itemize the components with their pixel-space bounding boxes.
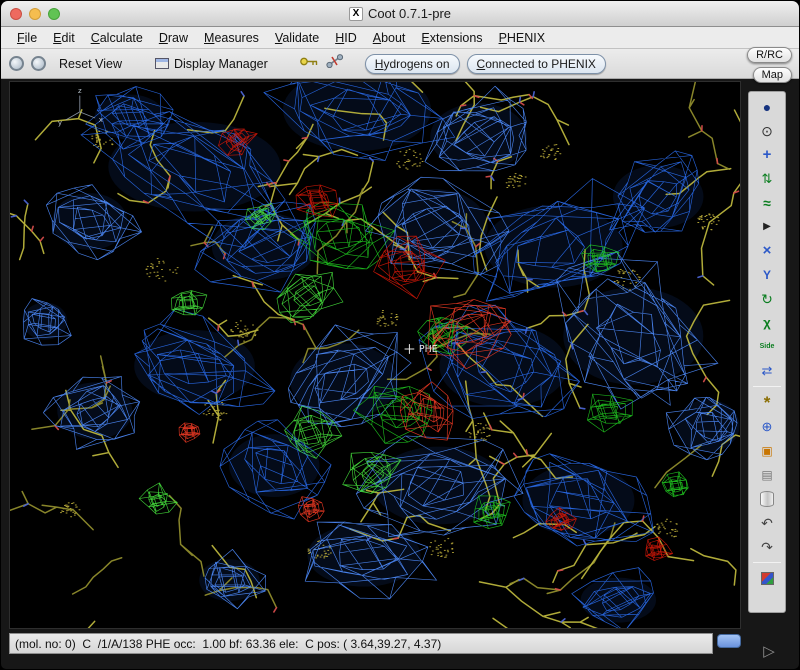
display-issues-icon[interactable] — [752, 568, 782, 589]
move-zone-icon[interactable]: + — [752, 144, 782, 165]
menu-item-draw[interactable]: Draw — [151, 29, 196, 47]
svg-text:PHE: PHE — [419, 344, 438, 355]
menu-item-measures[interactable]: Measures — [196, 29, 267, 47]
horizontal-scrollbar-thumb[interactable] — [717, 634, 741, 648]
menu-item-hid[interactable]: HID — [327, 29, 365, 47]
status-text: (mol. no: 0) C /1/A/138 PHE occ: 1.00 bf… — [15, 637, 441, 651]
display-manager-icon — [155, 58, 169, 69]
rotamers-icon[interactable]: ↻ — [752, 288, 782, 309]
right-toolbar: ● ⊙ + ⇅ ≈ ▶ × Υ ↻ χ Side ⇄ * ⊕ ▣ ▤ ↶ ↷ — [748, 91, 786, 613]
run-refmac-icon[interactable]: ▤ — [752, 464, 782, 485]
menu-item-validate[interactable]: Validate — [267, 29, 327, 47]
undo-icon[interactable]: ↶ — [752, 512, 782, 533]
rotate-translate-icon[interactable]: × — [752, 240, 782, 261]
rock-view-icon[interactable] — [31, 56, 46, 71]
menu-item-edit[interactable]: Edit — [45, 29, 83, 47]
coot-window: X Coot 0.7.1-pre FileEditCalculateDrawMe… — [0, 0, 800, 670]
add-alt-conf-icon[interactable]: ▣ — [752, 440, 782, 461]
redo-icon[interactable]: ↷ — [752, 536, 782, 557]
svg-text:x: x — [99, 116, 103, 124]
map-button[interactable]: Map — [753, 67, 792, 83]
molecular-viewport[interactable]: z x y PHE — [10, 82, 740, 628]
bond-cut-icon[interactable] — [326, 54, 344, 73]
status-bar: (mol. no: 0) C /1/A/138 PHE occ: 1.00 bf… — [9, 633, 713, 654]
main-toolbar: Reset View Display Manager Hydrogens on … — [1, 49, 799, 79]
title-bar[interactable]: X Coot 0.7.1-pre — [1, 1, 799, 27]
svg-text:z: z — [78, 87, 82, 95]
key-icon[interactable] — [299, 55, 319, 73]
phenix-connection-button[interactable]: Connected to PHENIX — [467, 54, 606, 74]
menu-bar: FileEditCalculateDrawMeasuresValidateHID… — [1, 27, 799, 49]
display-manager-button[interactable]: Display Manager — [149, 55, 274, 73]
sphere-icon[interactable]: ● — [752, 96, 782, 117]
regularize-icon[interactable]: ≈ — [752, 192, 782, 213]
zoom-button[interactable] — [48, 8, 60, 20]
auto-fit-rotamer-icon[interactable]: Υ — [752, 264, 782, 285]
reset-view-button[interactable]: Reset View — [53, 55, 128, 73]
traffic-lights — [10, 8, 60, 20]
clock-icon[interactable]: ⊙ — [752, 120, 782, 141]
edit-chi-angles-icon[interactable]: χ — [752, 312, 782, 333]
rigid-body-fit-icon[interactable]: ▶ — [752, 216, 782, 237]
delete-item-icon[interactable] — [752, 488, 782, 509]
real-space-refine-icon[interactable]: ⇅ — [752, 168, 782, 189]
side-chain-flip-icon[interactable]: Side — [752, 336, 782, 357]
cis-trans-icon[interactable]: ⇄ — [752, 360, 782, 381]
toolbar-separator — [753, 562, 781, 563]
hydrogens-toggle-button[interactable]: Hydrogens on — [365, 54, 460, 74]
close-button[interactable] — [10, 8, 22, 20]
minimize-button[interactable] — [29, 8, 41, 20]
corner-play-icon[interactable]: ▷ — [749, 637, 789, 665]
x11-app-icon: X — [349, 7, 363, 21]
menu-item-about[interactable]: About — [365, 29, 414, 47]
display-manager-label: Display Manager — [174, 57, 268, 71]
spin-view-icon[interactable] — [9, 56, 24, 71]
menu-item-calculate[interactable]: Calculate — [83, 29, 151, 47]
add-terminal-residue-icon[interactable]: ⊕ — [752, 416, 782, 437]
gl-canvas-frame: z x y PHE — [9, 81, 741, 629]
toolbar-separator — [753, 386, 781, 387]
menu-item-phenix[interactable]: PHENIX — [491, 29, 554, 47]
window-title: Coot 0.7.1-pre — [368, 6, 451, 21]
rrc-button[interactable]: R/RC — [747, 47, 792, 63]
svg-text:y: y — [58, 119, 62, 127]
mutate-icon[interactable]: * — [752, 392, 782, 413]
menu-item-file[interactable]: File — [9, 29, 45, 47]
menu-item-extensions[interactable]: Extensions — [413, 29, 490, 47]
